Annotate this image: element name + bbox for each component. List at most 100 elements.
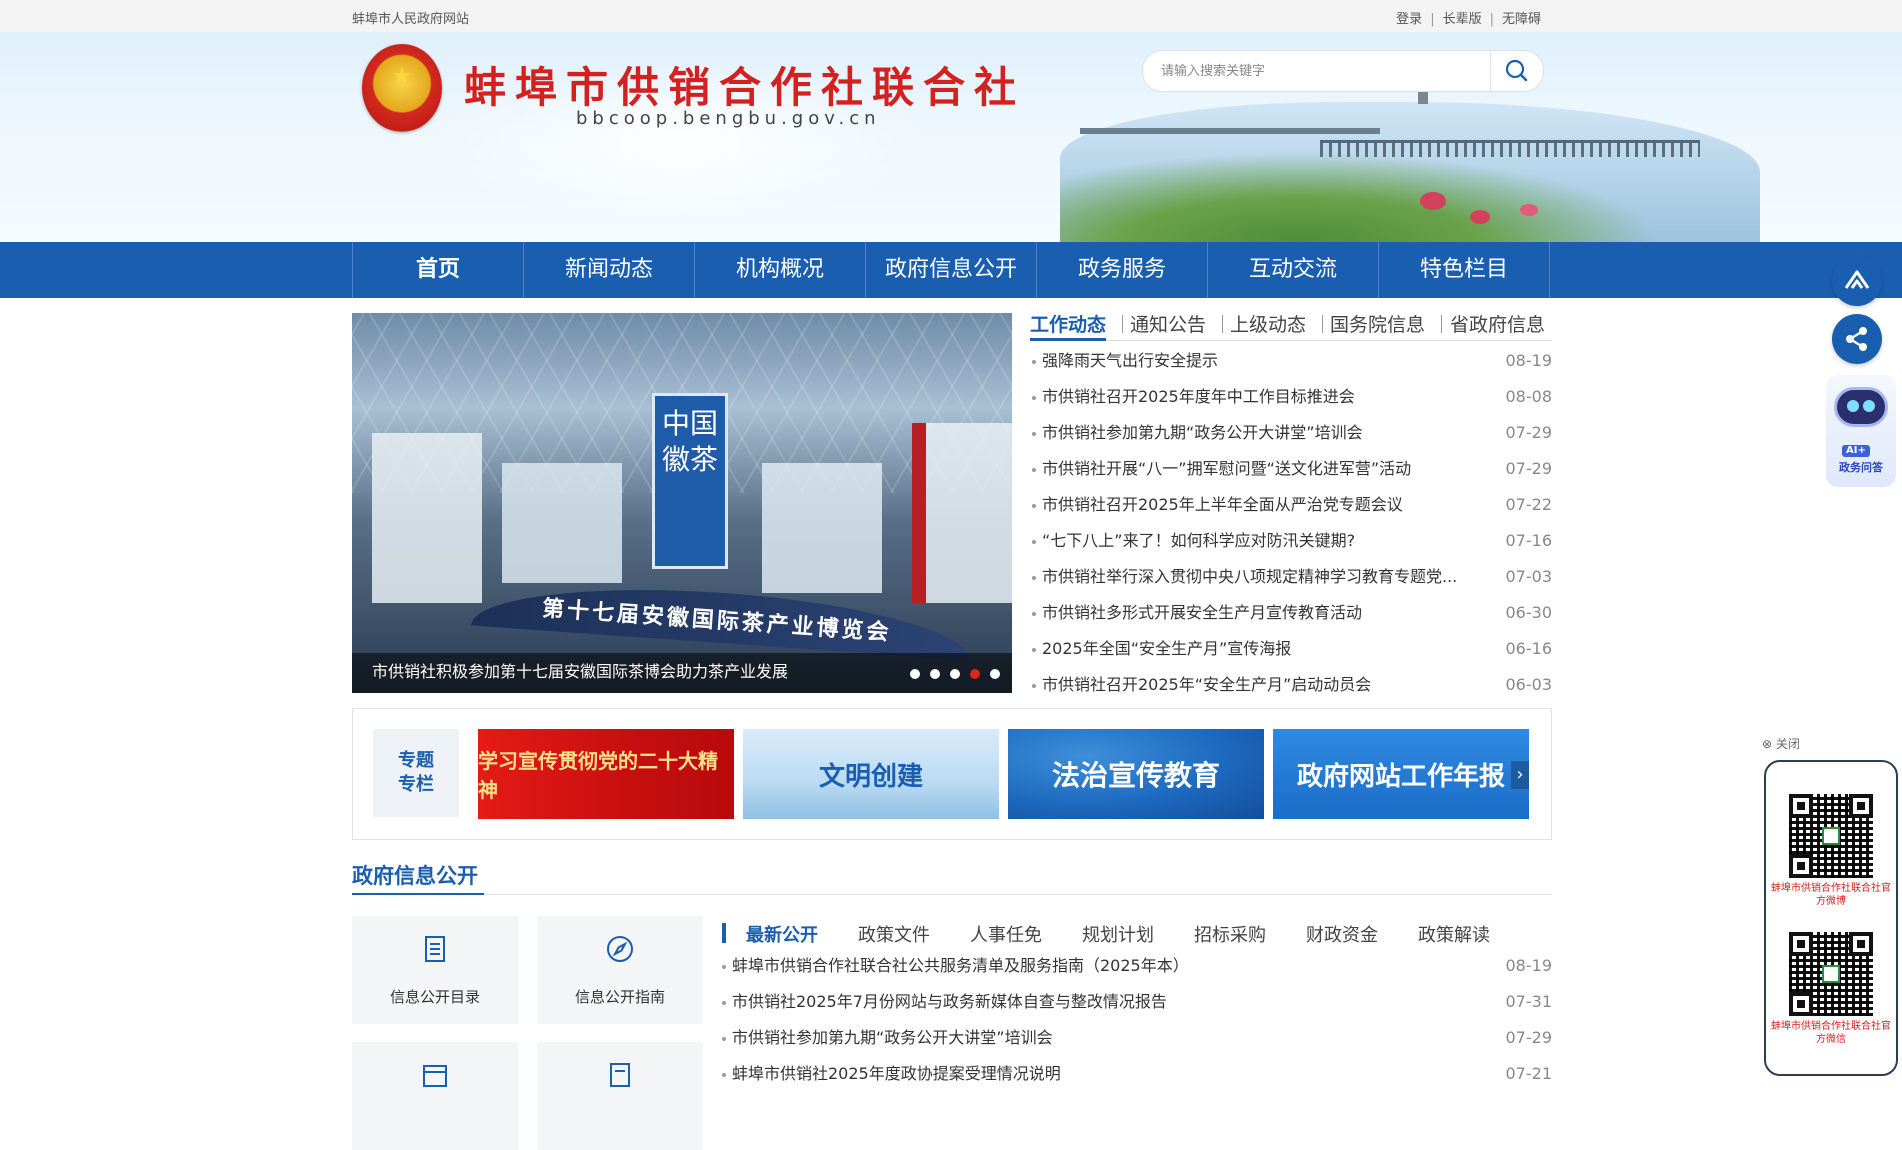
tab-notices[interactable]: 通知公告 xyxy=(1130,310,1206,337)
topic-card-law[interactable]: 法治宣传教育 xyxy=(1008,729,1264,819)
carousel-dot-active[interactable] xyxy=(970,669,980,679)
topics-label-line: 专题 xyxy=(398,750,434,771)
close-qr-button[interactable]: ⊗ 关闭 xyxy=(1762,735,1800,752)
site-title[interactable]: 蚌埠市供销合作社联合社 xyxy=(464,54,1025,115)
list-item[interactable]: 2025年全国“安全生产月”宣传海报 06-16 xyxy=(1030,635,1552,671)
ai-label: 政务问答 xyxy=(1839,461,1883,474)
news-title: 市供销社召开2025年上半年全面从严治党专题会议 xyxy=(1042,495,1403,514)
special-topics: 专题 专栏 学习宣传贯彻党的二十大精神 文明创建 法治宣传教育 政府网站工作年报 … xyxy=(352,708,1552,840)
carousel-photo-booth xyxy=(372,433,482,603)
gov-app-button[interactable] xyxy=(1832,256,1882,306)
section-divider xyxy=(352,893,1552,895)
carousel-photo-sign: 中国徽茶 xyxy=(652,393,728,569)
list-item[interactable]: 市供销社举行深入贯彻中央八项规定精神学习教育专题党... 07-03 xyxy=(1030,563,1552,599)
banner-flower xyxy=(1520,204,1538,216)
top-bar: 蚌埠市人民政府网站 登录 | 长辈版 | 无障碍 xyxy=(0,0,1902,32)
chevron-right-icon[interactable]: › xyxy=(1511,761,1529,789)
gov-app-icon xyxy=(1844,270,1870,289)
tab-finance[interactable]: 财政资金 xyxy=(1306,921,1378,947)
list-item[interactable]: 市供销社召开2025年上半年全面从严治党专题会议 07-22 xyxy=(1030,491,1552,527)
banner-flower xyxy=(1420,192,1446,210)
nav-special[interactable]: 特色栏目 xyxy=(1379,242,1550,298)
list-item[interactable]: 市供销社开展“八一”拥军慰问暨“送文化进军营”活动 07-29 xyxy=(1030,455,1552,491)
nav-organization[interactable]: 机构概况 xyxy=(695,242,866,298)
info-date: 08-19 xyxy=(1505,956,1553,975)
news-title: 强降雨天气出行安全提示 xyxy=(1042,351,1219,370)
sign-text: 中国徽茶 xyxy=(661,407,718,476)
tab-work-news[interactable]: 工作动态 xyxy=(1030,310,1107,341)
share-icon xyxy=(1846,327,1867,351)
list-item[interactable]: 市供销社召开2025年度年中工作目标推进会 08-08 xyxy=(1030,383,1552,419)
carousel-dot[interactable] xyxy=(930,669,940,679)
news-carousel[interactable]: 中国徽茶 第十七届安徽国际茶产业博览会 市供销社积极参加第十七届安徽国际茶博会助… xyxy=(352,313,1012,693)
tab-plans[interactable]: 规划计划 xyxy=(1082,921,1154,947)
tab-latest[interactable]: 最新公开 xyxy=(746,921,818,947)
list-item[interactable]: 市供销社2025年7月份网站与政务新媒体自查与整改情况报告 07-31 xyxy=(720,988,1552,1024)
search-icon xyxy=(1505,59,1528,82)
search-button[interactable] xyxy=(1490,51,1543,91)
news-title: 市供销社多形式开展安全生产月宣传教育活动 xyxy=(1042,603,1363,622)
topic-card-annual-report[interactable]: 政府网站工作年报 xyxy=(1273,729,1529,819)
topic-card-party[interactable]: 学习宣传贯彻党的二十大精神 xyxy=(478,729,734,819)
carousel-dot[interactable] xyxy=(990,669,1000,679)
tab-state-council[interactable]: 国务院信息 xyxy=(1330,310,1425,337)
search-box xyxy=(1142,50,1544,92)
nav-interaction[interactable]: 互动交流 xyxy=(1208,242,1379,298)
list-item[interactable]: 市供销社参加第九期“政务公开大讲堂”培训会 07-29 xyxy=(1030,419,1552,455)
news-date: 07-03 xyxy=(1505,567,1553,586)
info-guide-card[interactable]: 信息公开指南 xyxy=(537,916,703,1024)
qr-caption-wechat: 蚌埠市供销合作社联合社官方微信 xyxy=(1771,1021,1891,1045)
divider xyxy=(1322,315,1323,333)
news-title: “七下八上”来了！如何科学应对防汛关键期? xyxy=(1042,531,1356,550)
site-name-link[interactable]: 蚌埠市人民政府网站 xyxy=(352,8,469,27)
share-button[interactable] xyxy=(1832,314,1882,364)
tab-province[interactable]: 省政府信息 xyxy=(1450,310,1545,337)
login-link[interactable]: 登录 xyxy=(1396,12,1422,27)
list-item[interactable]: “七下八上”来了！如何科学应对防汛关键期? 07-16 xyxy=(1030,527,1552,563)
carousel-dot[interactable] xyxy=(910,669,920,679)
top-links: 登录 | 长辈版 | 无障碍 xyxy=(1396,8,1541,27)
divider xyxy=(1441,315,1442,333)
carousel-photo-booth xyxy=(912,423,926,603)
section-title-gov-info[interactable]: 政府信息公开 xyxy=(352,860,478,890)
search-input[interactable] xyxy=(1159,59,1463,83)
ai-assistant-button[interactable]: AI+ 政务问答 xyxy=(1826,375,1896,487)
news-date: 06-03 xyxy=(1505,675,1553,694)
nav-home[interactable]: 首页 xyxy=(353,242,524,298)
accessibility-link[interactable]: 无障碍 xyxy=(1502,12,1541,27)
list-item[interactable]: 蚌埠市供销合作社联合社公共服务清单及服务指南（2025年本） 08-19 xyxy=(720,952,1552,988)
elder-version-link[interactable]: 长辈版 xyxy=(1443,12,1482,27)
nav-news[interactable]: 新闻动态 xyxy=(524,242,695,298)
banner-flower xyxy=(1470,210,1490,224)
carousel-caption[interactable]: 市供销社积极参加第十七届安徽国际茶博会助力茶产业发展 xyxy=(372,658,788,682)
news-title: 市供销社召开2025年“安全生产月”启动动员会 xyxy=(1042,675,1372,694)
divider xyxy=(1222,315,1223,333)
topics-label-line: 专栏 xyxy=(398,774,434,795)
tab-superior-news[interactable]: 上级动态 xyxy=(1230,310,1306,337)
tab-policy-interpretation[interactable]: 政策解读 xyxy=(1418,921,1490,947)
robot-eye xyxy=(1863,400,1875,412)
list-document-icon xyxy=(425,936,445,962)
topic-card-civilization[interactable]: 文明创建 xyxy=(743,729,999,819)
list-item[interactable]: 市供销社多形式开展安全生产月宣传教育活动 06-30 xyxy=(1030,599,1552,635)
news-date: 07-22 xyxy=(1505,495,1553,514)
gov-info-tabs: 最新公开 政策文件 人事任免 规划计划 招标采购 财政资金 政策解读 xyxy=(720,920,1552,948)
banner-reeds xyxy=(1060,152,1660,242)
tab-policy-files[interactable]: 政策文件 xyxy=(858,921,930,947)
nav-gov-info[interactable]: 政府信息公开 xyxy=(866,242,1037,298)
quick-link-card[interactable] xyxy=(537,1042,703,1150)
nav-services[interactable]: 政务服务 xyxy=(1037,242,1208,298)
carousel-dot[interactable] xyxy=(950,669,960,679)
tab-procurement[interactable]: 招标采购 xyxy=(1194,921,1266,947)
news-title: 市供销社举行深入贯彻中央八项规定精神学习教育专题党... xyxy=(1042,567,1458,586)
list-item[interactable]: 蚌埠市供销社2025年度政协提案受理情况说明 07-21 xyxy=(720,1060,1552,1096)
list-item[interactable]: 市供销社召开2025年“安全生产月”启动动员会 06-03 xyxy=(1030,671,1552,707)
list-item[interactable]: 强降雨天气出行安全提示 08-19 xyxy=(1030,347,1552,383)
quick-link-card[interactable] xyxy=(352,1042,518,1150)
news-list: 强降雨天气出行安全提示 08-19 市供销社召开2025年度年中工作目标推进会 08… xyxy=(1030,347,1552,707)
list-item[interactable]: 市供销社参加第九期“政务公开大讲堂”培训会 07-29 xyxy=(720,1024,1552,1060)
tab-appointments[interactable]: 人事任免 xyxy=(970,921,1042,947)
info-catalog-card[interactable]: 信息公开目录 xyxy=(352,916,518,1024)
info-catalog-label: 信息公开目录 xyxy=(389,988,480,1006)
news-date: 08-08 xyxy=(1505,387,1553,406)
